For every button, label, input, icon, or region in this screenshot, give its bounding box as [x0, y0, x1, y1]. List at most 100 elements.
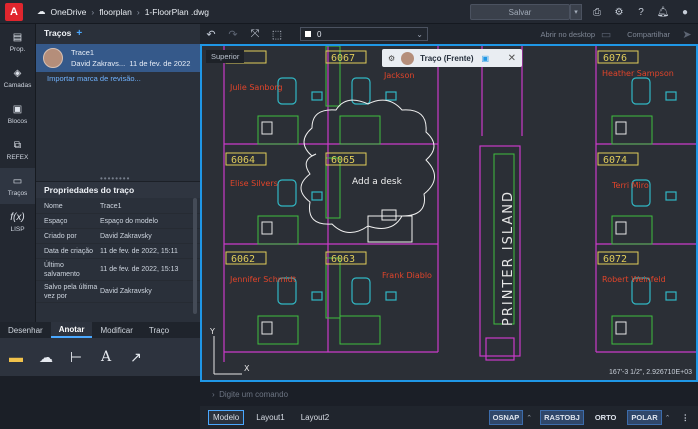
properties-icon: ▤ [12, 32, 23, 43]
occupant-label: Jennifer Schmidt [229, 275, 296, 284]
tab-draw[interactable]: Desenhar [0, 322, 51, 338]
close-icon[interactable]: ✕ [508, 53, 516, 64]
props-table: Nome Trace1 Espaço Espaço do modelo Criado… [36, 199, 200, 303]
ucs-x-label: X [244, 364, 250, 373]
props-title: Propriedades do traço [36, 181, 200, 198]
table-row: Data de criação 11 de fev. de 2022, 15:11 [36, 244, 200, 259]
text-icon[interactable]: A [98, 349, 114, 365]
ucs-y-label: Y [209, 327, 215, 336]
trace-list-item[interactable]: Trace1 David Zakravs... 11 de fev. de 20… [36, 44, 200, 72]
chevron-down-icon: ⌄ [416, 29, 423, 39]
chevron-up-icon[interactable]: ⌃ [526, 414, 532, 422]
leader-icon[interactable]: ↗ [128, 349, 144, 366]
help-icon[interactable]: ? [634, 4, 648, 20]
room-label: 6063 [331, 254, 355, 265]
breadcrumb-folder[interactable]: floorplan [99, 7, 132, 17]
zoom-extents-icon[interactable]: ⤧ [244, 28, 266, 41]
highlighter-icon[interactable]: ▬ [8, 349, 24, 365]
occupant-label: Frank Diablo [382, 271, 432, 280]
occupant-label: Julie Sanborg [229, 83, 283, 92]
dimension-icon[interactable]: ⊢ [68, 349, 84, 366]
save-dropdown-button[interactable]: ▾ [570, 4, 582, 20]
rail-properties[interactable]: ▤ Prop. [0, 24, 35, 60]
bell-icon[interactable]: 🔔︎ [656, 4, 670, 20]
monitor-icon[interactable]: ▣ [482, 54, 490, 63]
tab-trace[interactable]: Traço [141, 322, 177, 338]
occupant-label: Elise Silvers [230, 179, 278, 188]
autocad-logo[interactable]: A [5, 2, 23, 21]
revision-cloud[interactable] [300, 99, 435, 233]
layer-dropdown[interactable]: 0 ⌄ [300, 27, 428, 41]
trace-name: Trace1 [71, 48, 95, 57]
more-icon[interactable]: ⋮ [679, 411, 693, 424]
import-markup-link[interactable]: Importar marca de revisão... [36, 74, 200, 83]
revision-cloud-icon[interactable]: ☁ [38, 349, 54, 366]
blocks-icon: ▣ [12, 104, 23, 115]
table-row: Nome Trace1 [36, 199, 200, 214]
zoom-window-icon[interactable]: ⬚ [266, 28, 288, 41]
cloud-icon: ☁ [37, 6, 46, 16]
rail-layers[interactable]: ◈ Camadas [0, 60, 35, 96]
view-cube-label[interactable]: Superior [206, 50, 245, 63]
tab-layout1[interactable]: Layout1 [252, 411, 288, 424]
room-label: 6072 [603, 254, 627, 265]
send-icon[interactable]: ➤ [676, 28, 698, 41]
command-input[interactable]: Digite um comando [219, 390, 288, 399]
floorplan-drawing: 6067 6076 6064 6065 6074 6062 6063 6072 … [209, 46, 696, 375]
rail-traces[interactable]: ▭ Traços [0, 168, 35, 204]
occupant-label: Terri Miro [611, 181, 649, 190]
room-label: 6074 [603, 155, 627, 166]
function-icon: f(x) [10, 212, 25, 223]
add-trace-button[interactable]: + [76, 28, 82, 39]
cloud-note: Add a desk [352, 177, 403, 187]
room-label: 6065 [331, 155, 355, 166]
command-line[interactable]: › Digite um comando [200, 384, 698, 404]
tab-annotate[interactable]: Anotar [50, 322, 93, 338]
status-bar: Modelo Layout1 Layout2 OSNAP ⌃ RASTOBJ O… [200, 406, 698, 429]
share-button[interactable]: Compartilhar [627, 30, 670, 39]
ribbon-tabs: Desenhar Anotar Modificar Traço [0, 322, 200, 338]
undo-icon[interactable]: ↶ [200, 28, 222, 41]
rail-blocks[interactable]: ▣ Blocos [0, 96, 35, 132]
save-button[interactable]: Salvar [470, 4, 570, 20]
left-footer [0, 376, 200, 429]
trace-indicator: ⚙ Traço (Frente) ▣ ✕ [382, 49, 522, 67]
room-label: 6076 [603, 53, 627, 64]
scrollbar[interactable] [193, 198, 197, 314]
chevron-up-icon[interactable]: ⌃ [665, 414, 671, 422]
traces-panel: Traços + Trace1 David Zakravs... 11 de f… [36, 24, 200, 322]
table-row: Espaço Espaço do modelo [36, 214, 200, 229]
tab-layout2[interactable]: Layout2 [297, 411, 333, 424]
osnap-toggle[interactable]: OSNAP [488, 410, 524, 425]
open-desktop-button[interactable]: Abrir no desktop [540, 30, 595, 39]
rastobj-toggle[interactable]: RASTOBJ [540, 410, 584, 425]
user-icon[interactable]: ● [678, 4, 692, 20]
gear-icon[interactable]: ⚙ [612, 4, 626, 20]
room-label: 6064 [231, 155, 255, 166]
annotate-tools: ▬ ☁ ⊢ A ↗ [0, 338, 200, 376]
panel-title: Traços + [44, 27, 83, 39]
polar-toggle[interactable]: POLAR [627, 410, 662, 425]
printer-island-label: PRINTER ISLAND [501, 190, 516, 326]
redo-icon[interactable]: ↷ [222, 28, 244, 41]
monitor-icon[interactable]: ▭ [595, 28, 617, 41]
gear-icon[interactable]: ⚙ [388, 54, 395, 63]
drawing-viewport[interactable]: 6067 6076 6064 6065 6074 6062 6063 6072 … [200, 44, 698, 382]
breadcrumb-file[interactable]: 1-FloorPlan .dwg [145, 7, 209, 17]
breadcrumb-separator: › [91, 6, 95, 17]
room-label: 6067 [331, 53, 355, 64]
printer-icon[interactable]: ⎙ [590, 4, 604, 20]
canvas-toolbar: ↶ ↷ ⤧ ⬚ 0 ⌄ Abrir no desktop ▭ Compartil… [200, 24, 698, 44]
coordinate-readout: 167'-3 1/2", 2.926710E+03 [608, 369, 692, 376]
rail-lisp[interactable]: f(x) LISP [0, 204, 35, 240]
breadcrumb-onedrive[interactable]: OneDrive [51, 7, 87, 17]
rail-xref[interactable]: ⧉ REFEX [0, 132, 35, 168]
chevron-right-icon: › [212, 389, 220, 399]
ortho-toggle[interactable]: ORTO [592, 411, 620, 424]
occupant-label: Jackson [383, 71, 414, 80]
trace-author: David Zakravs... [71, 59, 126, 68]
occupant-label: Robert Weinfeld [602, 275, 666, 284]
traces-icon: ▭ [12, 176, 23, 187]
tab-modify[interactable]: Modificar [92, 322, 140, 338]
tab-model[interactable]: Modelo [208, 410, 245, 425]
